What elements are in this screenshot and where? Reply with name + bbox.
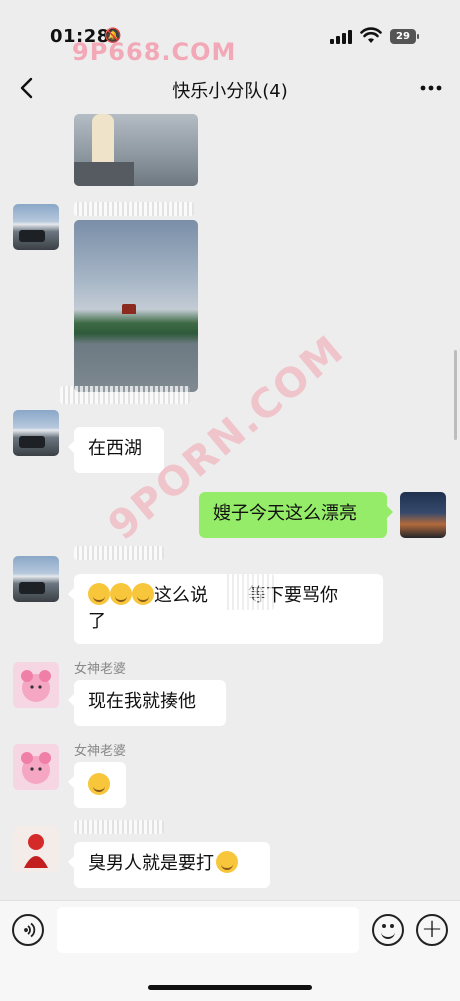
message-bubble[interactable]: 在西湖: [68, 427, 164, 473]
lake-photo[interactable]: [74, 114, 198, 186]
blurred-region: [60, 386, 190, 404]
message-text: 现在我就揍他: [88, 691, 196, 712]
pink-sheep-icon: [21, 752, 51, 784]
avatar[interactable]: [13, 662, 59, 708]
blurred-region: [224, 574, 274, 610]
status-bar: 01:28 🔕 9P668.COM 29: [0, 0, 460, 66]
wifi-icon: [360, 27, 382, 43]
pavilion: [122, 304, 136, 314]
wink-emoji-icon: [88, 773, 110, 795]
avatar[interactable]: [13, 204, 59, 250]
thinking-emoji-icon: [88, 583, 110, 605]
message-input[interactable]: [57, 907, 359, 953]
avatar[interactable]: [13, 826, 59, 872]
chat-header: 快乐小分队(4): [0, 62, 460, 114]
message-bubble[interactable]: 这么说 等下要骂你 了: [68, 574, 383, 644]
grin-emoji-icon: [216, 851, 238, 873]
pink-sheep-icon: [21, 670, 51, 702]
thinking-emoji-icon: [110, 583, 132, 605]
message-text-line2: 了: [88, 611, 106, 632]
battery-indicator: 29: [390, 29, 416, 44]
cellular-signal-icon: [330, 30, 352, 44]
thinking-emoji-icon: [132, 583, 154, 605]
message-text: 在西湖: [88, 438, 142, 459]
blurred-nickname: [74, 202, 194, 216]
sender-nickname: 女神老婆: [74, 744, 127, 759]
chat-title: 快乐小分队(4): [172, 81, 288, 102]
more-options-icon[interactable]: [416, 74, 446, 102]
sender-nickname: 女神老婆: [74, 662, 127, 677]
message-text: 臭男人就是要打: [88, 853, 214, 874]
message-list[interactable]: 在西湖 嫂子今天这么漂亮 这么说 等下要骂你 了 女神老婆 现在我就揍他 女神老婆: [0, 114, 460, 900]
avatar-self[interactable]: [400, 492, 446, 538]
avatar[interactable]: [13, 744, 59, 790]
voice-input-icon[interactable]: [12, 914, 44, 946]
avatar[interactable]: [13, 410, 59, 456]
message-bubble-self[interactable]: 嫂子今天这么漂亮: [199, 492, 393, 538]
west-lake-photo[interactable]: [74, 220, 198, 392]
battery-tip: [417, 34, 419, 39]
blurred-nickname: [74, 546, 164, 560]
red-figure-icon: [24, 834, 48, 868]
message-text: 嫂子今天这么漂亮: [213, 503, 357, 524]
avatar[interactable]: [13, 556, 59, 602]
message-bubble[interactable]: [68, 762, 126, 808]
message-bubble[interactable]: 现在我就揍他: [68, 680, 226, 726]
message-text-start: 这么说: [154, 585, 208, 606]
blurred-nickname: [74, 820, 164, 834]
more-actions-plus-icon[interactable]: +: [416, 914, 448, 946]
input-bar: +: [0, 900, 460, 1001]
scrollbar[interactable]: [454, 350, 457, 440]
message-bubble[interactable]: 臭男人就是要打: [68, 842, 270, 888]
home-indicator: [148, 985, 312, 990]
emoji-picker-icon[interactable]: [372, 914, 404, 946]
shore: [74, 162, 134, 186]
